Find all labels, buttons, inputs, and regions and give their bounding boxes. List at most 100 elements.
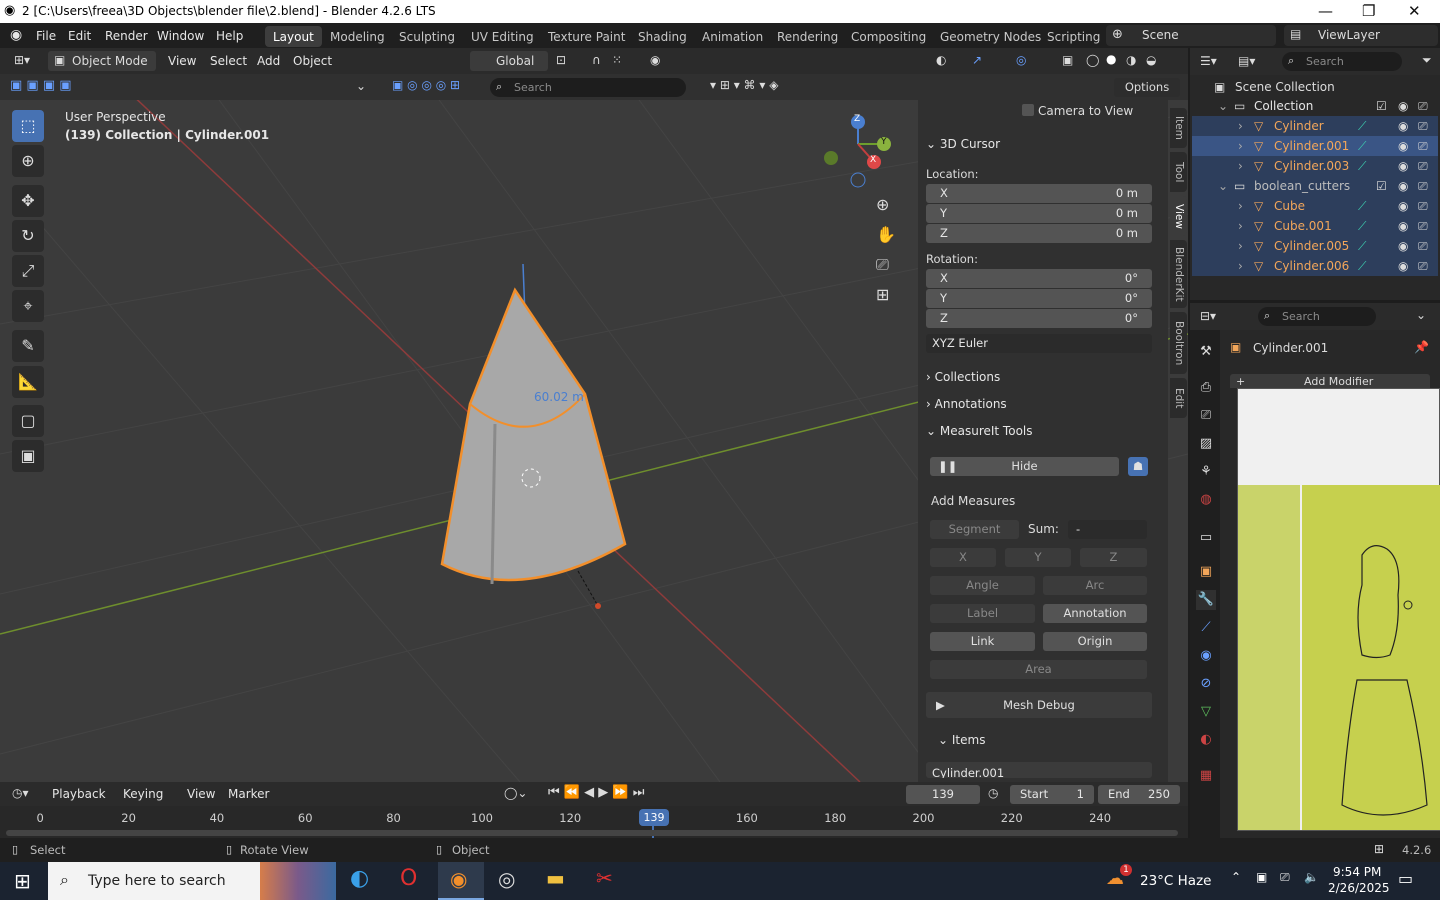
properties-search-input[interactable]: ⌕ Search [1258,307,1376,326]
particles-icon[interactable]: ⟋ [1196,618,1216,638]
location-x-field[interactable]: X 0 m [926,184,1152,203]
options-button[interactable]: Options [1114,78,1180,97]
playback-controls[interactable]: ⏮ ⏪ ◀ ▶ ⏩ ⏭ [548,785,644,800]
sum-dropdown[interactable]: - [1068,520,1147,539]
timeline-menu-view[interactable]: View [187,787,215,801]
add-cube-tool-icon[interactable]: ▢ [12,405,44,437]
origin-button[interactable]: Origin [1043,632,1147,651]
tab-view[interactable]: View [1170,196,1187,236]
object-props-icon[interactable]: ▣ [1196,562,1216,582]
tab-layout[interactable]: Layout [265,26,322,47]
modifier-indicator-icon[interactable]: ⟋ [1358,256,1366,276]
link-button[interactable]: Link [930,632,1035,651]
visibility-icon[interactable]: ◐ [936,53,946,67]
cursor-section-header[interactable]: ⌄ 3D Cursor [926,137,1000,151]
vp-menu-select[interactable]: Select [210,54,247,68]
tab-sculpting[interactable]: Sculpting [391,26,463,47]
tab-animation[interactable]: Animation [694,26,771,47]
outliner-row[interactable]: ⌄ ▭ boolean_cutters ◉ ⎚ ☑ [1192,176,1438,196]
clock-date[interactable]: 2/26/2025 [1328,881,1390,895]
world-props-icon[interactable]: ◍ [1196,490,1216,510]
minimize-icon[interactable]: — [1318,2,1333,20]
end-frame-field[interactable]: End 250 [1098,785,1180,804]
shading-solid-icon[interactable]: ● [1106,52,1116,66]
snap-target-icon[interactable]: ⁙ [612,53,622,67]
extrude-tool-icon[interactable]: ▣ [12,440,44,472]
hide-button[interactable]: ❚❚ Hide [930,457,1119,476]
view-layer-props-icon[interactable]: ▨ [1196,434,1216,454]
rotate-tool-icon[interactable]: ↻ [12,220,44,252]
move-tool-icon[interactable]: ✥ [12,185,44,217]
render-camera-icon[interactable]: ⎚ [1418,96,1428,116]
shading-rendered-icon[interactable]: ◒ [1146,53,1156,67]
render-camera-icon[interactable]: ⎚ [1418,176,1428,196]
mode-dropdown[interactable]: ▣ Object Mode [48,51,156,71]
xray-icon[interactable]: ▣ [1062,53,1073,67]
angle-button[interactable]: Angle [930,576,1035,595]
tool-props-icon[interactable]: ⚒ [1196,342,1216,362]
windows-start-icon[interactable]: ⊞ [14,869,31,893]
measureit-section[interactable]: ⌄ MeasureIt Tools [926,424,1033,438]
modifier-indicator-icon[interactable]: ⟋ [1358,236,1366,256]
filter-funnel-icon[interactable]: ⏷ [1422,53,1432,68]
expand-chevron-icon[interactable]: › [1238,136,1243,156]
measure-y-button[interactable]: Y [1005,548,1071,567]
camera-view-icon[interactable]: ⎚ [876,255,889,275]
camera-to-view-checkbox[interactable] [1022,104,1034,116]
menu-render[interactable]: Render [105,29,148,43]
output-props-icon[interactable]: ⎚ [1196,406,1216,426]
menu-help[interactable]: Help [216,29,243,43]
overlay-toggle-icon[interactable]: ◎ [1016,53,1026,67]
edge-icon[interactable]: ◐ [350,866,369,891]
timeline-editor-icon[interactable]: ◷▾ [12,786,29,800]
outliner-row[interactable]: › ▽ Cube ◉ ⎚ ⟋ [1192,196,1438,216]
notifications-icon[interactable]: ▭ [1398,869,1413,888]
render-camera-icon[interactable]: ⎚ [1418,196,1428,216]
vp-menu-add[interactable]: Add [257,54,280,68]
expand-chevron-icon[interactable]: › [1238,196,1243,216]
visibility-eye-icon[interactable]: ◉ [1398,96,1408,116]
expand-chevron-icon[interactable]: › [1238,236,1243,256]
physics-icon[interactable]: ◉ [1196,646,1216,666]
gizmo-toggle-icon[interactable]: ↗ [972,53,982,67]
render-props-icon[interactable]: ⎙ [1196,378,1216,398]
measure-tool-icon[interactable]: 📐 [12,366,44,398]
expand-chevron-icon[interactable]: › [1238,156,1243,176]
tab-edit[interactable]: Edit [1170,378,1187,418]
measure-z-button[interactable]: Z [1080,548,1147,567]
tray-device-icon[interactable]: ▣ [1256,870,1267,884]
tray-chevron-icon[interactable]: ⌃ [1231,870,1241,884]
outliner-row[interactable]: › ▽ Cylinder ◉ ⎚ ⟋ [1192,116,1438,136]
opera-icon[interactable]: O [400,866,417,891]
constraints-icon[interactable]: ⊘ [1196,674,1216,694]
auto-key-icon[interactable]: ◯⌄ [504,786,527,800]
timeline-menu-marker[interactable]: Marker [228,787,269,801]
menu-edit[interactable]: Edit [68,29,91,43]
tab-uv-editing[interactable]: UV Editing [463,26,542,47]
shading-material-icon[interactable]: ◑ [1126,53,1136,67]
pin-icon[interactable]: 📌 [1414,340,1429,354]
start-frame-field[interactable]: Start 1 [1010,785,1094,804]
snap-icon[interactable]: ∩ [592,53,601,67]
label-button[interactable]: Label [930,604,1035,623]
outliner-search-input[interactable]: ⌕ Search [1282,52,1402,71]
location-y-field[interactable]: Y 0 m [926,204,1152,223]
pan-hand-icon[interactable]: ✋ [876,225,896,244]
expand-chevron-icon[interactable]: › [1238,256,1243,276]
tab-compositing[interactable]: Compositing [843,26,934,47]
transform-tool-icon[interactable]: ⌖ [12,290,44,322]
item-name-field[interactable]: Cylinder.001 [926,762,1152,778]
playhead-frame[interactable]: 139 [639,809,669,826]
tab-texture-paint[interactable]: Texture Paint [540,26,633,47]
viewlayer-selector[interactable]: ▤ ViewLayer [1284,25,1438,46]
render-camera-icon[interactable]: ⎚ [1418,236,1428,256]
outliner-row[interactable]: ⌄ ▭ Collection ◉ ⎚ ☑ [1192,96,1438,116]
clock-time[interactable]: 9:54 PM [1333,865,1381,879]
outliner-row[interactable]: › ▽ Cube.001 ◉ ⎚ ⟋ [1192,216,1438,236]
modifier-indicator-icon[interactable]: ⟋ [1358,156,1366,176]
reference-image-window[interactable] [1237,388,1440,831]
zoom-icon[interactable]: ⊕ [876,195,889,214]
visibility-eye-icon[interactable]: ◉ [1398,156,1408,176]
blender-taskbar-button[interactable]: ◉ [438,862,484,900]
properties-editor-icon[interactable]: ⊟▾ [1200,309,1216,323]
